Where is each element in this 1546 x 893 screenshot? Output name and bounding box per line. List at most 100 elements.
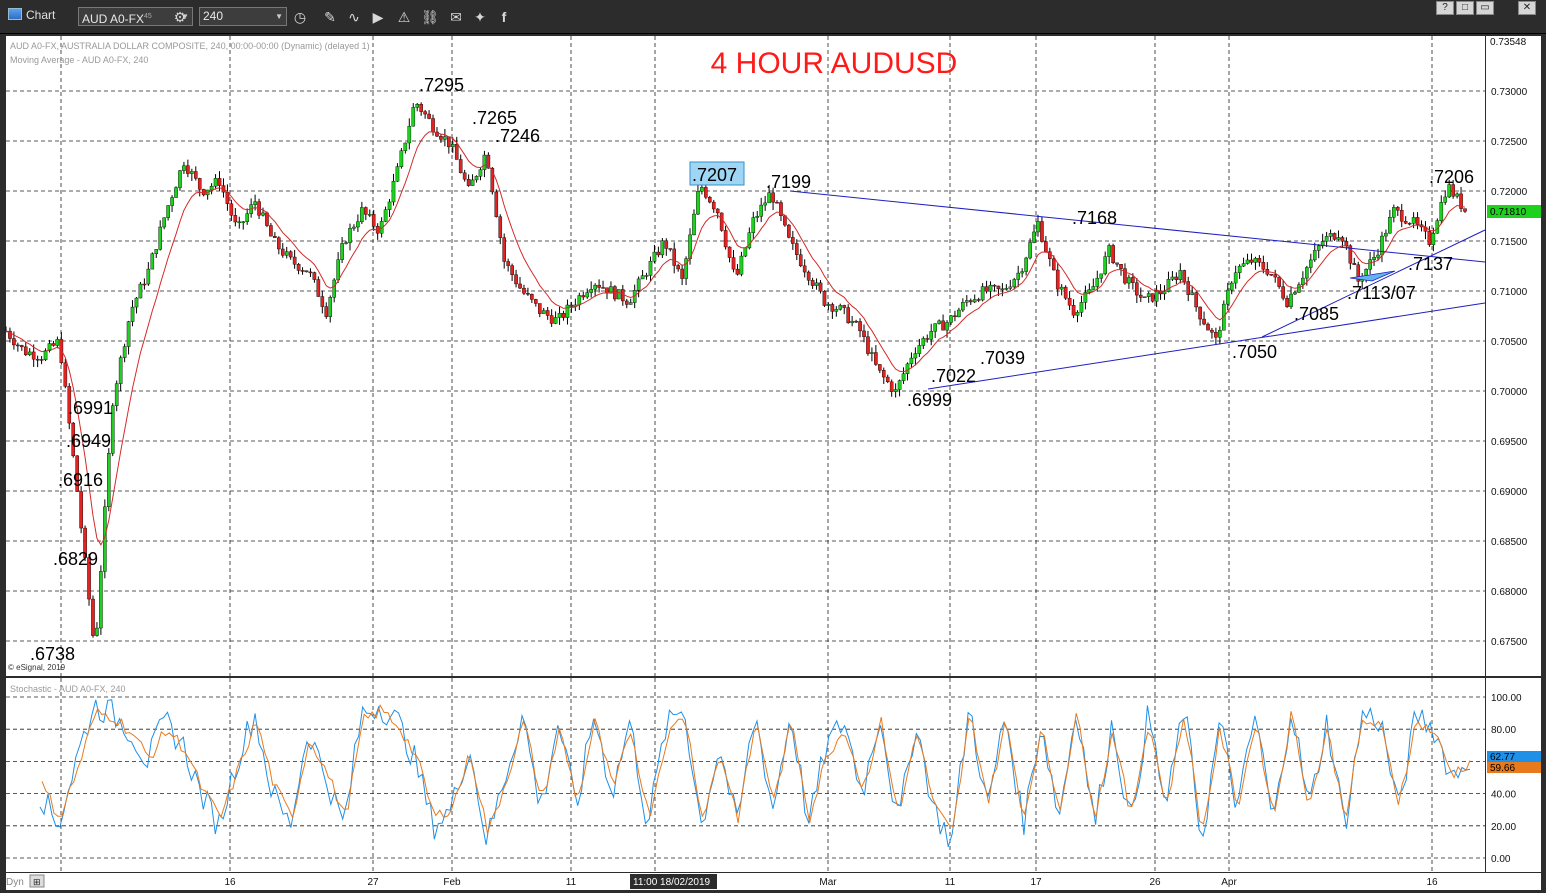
interval-input[interactable]: 240 ▼ (199, 7, 287, 26)
twitter-bird-icon[interactable]: ✦ (470, 7, 490, 27)
candle-body (1214, 331, 1218, 338)
candle-body (949, 315, 953, 323)
candle-body (1028, 242, 1032, 259)
candle-body (988, 284, 993, 292)
annotation-6991: .6991 (68, 398, 113, 418)
candle-body (838, 305, 843, 310)
date-tick-label: 27 (367, 877, 379, 888)
candle-body (150, 253, 155, 270)
candle-body (581, 295, 586, 298)
candle-body (739, 255, 744, 275)
candle-body (656, 251, 661, 256)
dyn-toggle-icon[interactable]: ⊞ (33, 877, 41, 887)
close-button[interactable]: ✕ (1518, 1, 1536, 15)
candle-body (1324, 236, 1329, 242)
candle-body (1340, 237, 1345, 242)
candle-body (91, 598, 95, 636)
chart-svg[interactable]: AUD A0-FX, AUSTRALIA DOLLAR COMPOSITE, 2… (0, 34, 1546, 893)
time-clock-icon[interactable]: ◷ (290, 7, 310, 27)
window-title: Chart (8, 8, 55, 22)
link-chain-icon[interactable]: ⛓ (420, 7, 440, 27)
candle-body (965, 300, 969, 303)
price-tick-label: 0.72000 (1491, 187, 1528, 198)
date-tick-label: 16 (224, 877, 236, 888)
candle-body (1332, 233, 1337, 240)
candle-body (755, 216, 760, 218)
candle-body (917, 345, 922, 354)
candle-body (1257, 258, 1262, 263)
candle-body (182, 165, 186, 171)
candle-body (648, 261, 653, 276)
candle-body (913, 353, 918, 359)
candle-body (1312, 250, 1317, 261)
candle-body (1040, 221, 1044, 242)
symbol-value: AUD A0-FX (82, 12, 145, 26)
price-tick-label: 0.70500 (1491, 337, 1528, 348)
candle-body (114, 383, 119, 406)
interval-dropdown-icon[interactable]: ▼ (275, 8, 283, 25)
candle-body (1178, 270, 1183, 280)
candle-body (138, 283, 143, 299)
comment-bubble-icon[interactable]: ✉ (446, 7, 466, 27)
draw-pencil-icon[interactable]: ✎ (320, 7, 340, 27)
candle-body (1233, 272, 1238, 284)
candle-body (403, 142, 408, 151)
annotation-7050: .7050 (1232, 342, 1277, 362)
annotation-7085: .7085 (1294, 304, 1339, 324)
price-tick-label: 0.71500 (1491, 237, 1528, 248)
candle-body (1206, 323, 1210, 331)
candle-body (118, 357, 123, 384)
candle-body (407, 125, 412, 144)
candle-body (561, 312, 566, 318)
date-tick-label: 11 (945, 877, 956, 888)
candle-body (27, 351, 32, 355)
candle-body (878, 364, 882, 371)
alert-icon[interactable]: ⚠ (394, 7, 414, 27)
window-title-text: Chart (26, 8, 56, 22)
candle-body (565, 304, 570, 318)
facebook-icon[interactable]: f (494, 7, 514, 27)
trend-wave-icon[interactable]: ∿ (344, 7, 364, 27)
candle-body (332, 279, 336, 298)
candle-body (743, 247, 748, 257)
candle-body (1150, 293, 1155, 302)
candle-body (1127, 277, 1131, 284)
play-circle-icon[interactable]: ▶ (368, 7, 388, 27)
candle-body (348, 228, 352, 243)
candle-body (980, 286, 985, 301)
candle-body (158, 226, 163, 250)
candle-body (277, 237, 281, 250)
candle-body (1170, 276, 1175, 280)
candle-body (984, 286, 989, 292)
candle-body (885, 376, 890, 383)
candle-body (1229, 282, 1234, 291)
candle-body (162, 217, 166, 228)
settings-gear-icon[interactable]: ⚙ (170, 7, 190, 27)
candle-body (217, 178, 222, 186)
candle-body (1131, 277, 1135, 283)
candle-body (537, 303, 542, 314)
candle-body (1095, 277, 1100, 287)
candle-body (197, 178, 202, 190)
candle-body (775, 202, 779, 204)
candle-body (1273, 274, 1278, 278)
legend-main-line2: Moving Average - AUD A0-FX, 240 (10, 55, 148, 65)
candle-body (700, 187, 704, 192)
candle-body (1135, 282, 1139, 296)
candle-body (411, 107, 416, 127)
help-button[interactable]: ? (1436, 1, 1454, 15)
restore-button[interactable]: □ (1456, 1, 1474, 15)
candle-body (624, 300, 629, 305)
candle-body (798, 254, 803, 267)
candle-body (300, 270, 305, 272)
candle-body (1399, 210, 1404, 222)
candle-body (660, 240, 665, 256)
candle-body (941, 320, 945, 331)
candle-body (628, 302, 633, 305)
maximize-button[interactable]: ▭ (1476, 1, 1494, 15)
candle-body (1237, 265, 1242, 273)
candle-body (399, 150, 404, 167)
candle-body (312, 272, 317, 280)
candle-body (937, 320, 941, 324)
candle-body (553, 317, 558, 324)
